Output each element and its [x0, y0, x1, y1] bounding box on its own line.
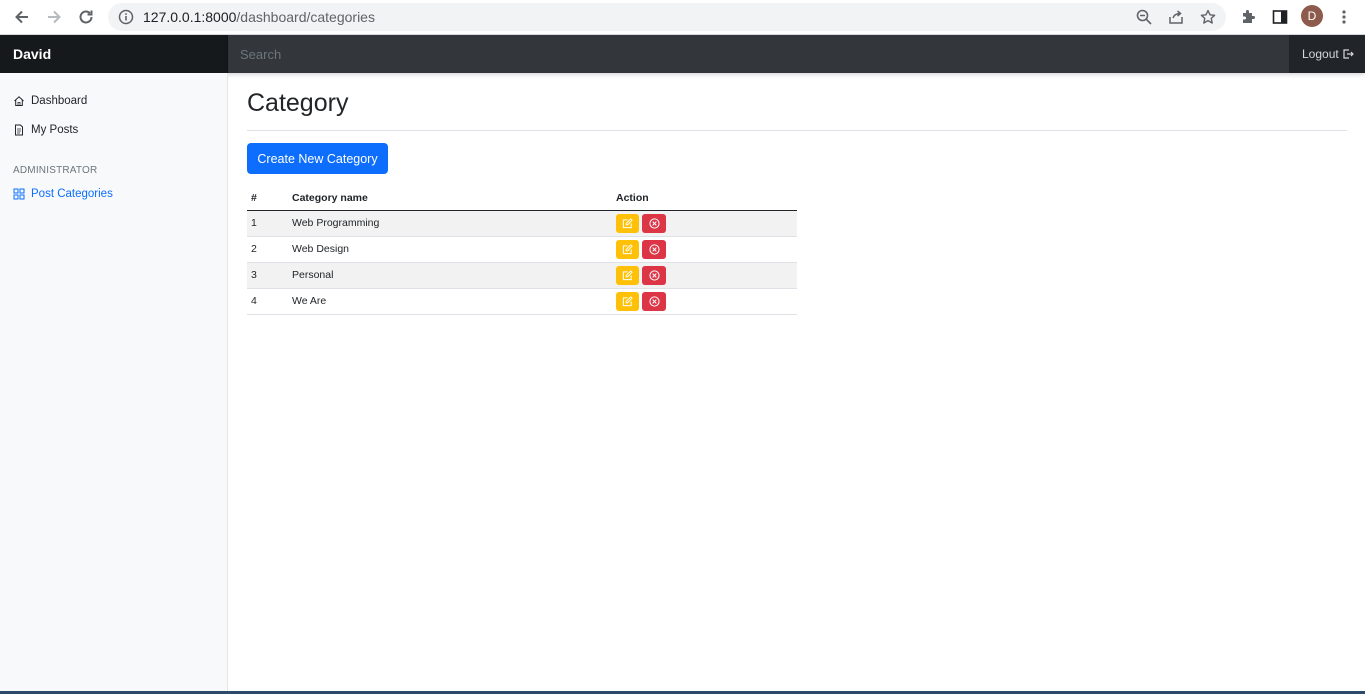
- row-number: 1: [247, 210, 288, 237]
- pencil-square-icon: [622, 295, 633, 306]
- row-number: 3: [247, 262, 288, 289]
- table-row: 3 Personal: [247, 262, 797, 289]
- column-header-category-name: Category name: [288, 187, 612, 211]
- extensions-button[interactable]: [1237, 6, 1259, 28]
- zoom-out-icon: [1136, 9, 1152, 25]
- logout-label: Logout: [1302, 47, 1339, 61]
- delete-button[interactable]: [642, 213, 666, 233]
- browser-menu-button[interactable]: [1333, 6, 1355, 28]
- delete-button[interactable]: [642, 239, 666, 259]
- url-text: 127.0.0.1:8000/dashboard/categories: [143, 9, 375, 25]
- house-icon: [14, 96, 24, 106]
- table-row: 4 We Are: [247, 288, 797, 315]
- grid-icon: [13, 188, 25, 200]
- arrow-right-icon: [48, 10, 61, 24]
- logout-button[interactable]: Logout: [1289, 35, 1365, 73]
- pencil-square-icon: [622, 217, 633, 228]
- navbar-brand[interactable]: David: [0, 35, 228, 73]
- table-row: 1 Web Programming: [247, 210, 797, 237]
- puzzle-icon: [1243, 10, 1255, 23]
- row-number: 4: [247, 288, 288, 315]
- row-actions: [612, 210, 797, 237]
- table-header-row: # Category name Action: [247, 187, 797, 211]
- info-icon[interactable]: [118, 9, 134, 25]
- file-text-icon: [15, 124, 23, 136]
- app-navbar: David Logout: [0, 35, 1365, 73]
- edit-button[interactable]: [616, 291, 639, 311]
- categories-table: # Category name Action 1 Web Programming…: [247, 187, 797, 315]
- x-circle-icon: [648, 269, 660, 281]
- sidebar-item-label: My Posts: [31, 124, 79, 136]
- side-panel-button[interactable]: [1269, 6, 1291, 28]
- back-button[interactable]: [10, 5, 34, 29]
- reload-icon: [79, 10, 93, 24]
- arrow-left-icon: [15, 10, 28, 24]
- category-name: Web Design: [288, 236, 612, 263]
- row-actions: [612, 288, 797, 315]
- pencil-square-icon: [622, 269, 633, 280]
- zoom-button[interactable]: [1135, 8, 1153, 26]
- sidebar-item-my-posts[interactable]: My Posts: [13, 120, 78, 140]
- share-icon: [1169, 10, 1183, 24]
- sidebar-item-dashboard[interactable]: Dashboard: [13, 91, 87, 111]
- sidebar: Dashboard My Posts ADMINISTRATOR Post Ca…: [0, 73, 228, 694]
- table-row: 2 Web Design: [247, 236, 797, 263]
- bookmark-button[interactable]: [1199, 8, 1217, 26]
- address-bar[interactable]: 127.0.0.1:8000/dashboard/categories: [108, 3, 1226, 31]
- column-header-action: Action: [612, 187, 797, 211]
- pencil-square-icon: [622, 243, 633, 254]
- category-name: We Are: [288, 288, 612, 315]
- sidebar-item-post-categories[interactable]: Post Categories: [13, 184, 113, 204]
- create-category-button[interactable]: Create New Category: [247, 143, 388, 174]
- reload-button[interactable]: [74, 5, 98, 29]
- sidebar-item-label: Dashboard: [31, 95, 88, 107]
- edit-button[interactable]: [616, 213, 639, 233]
- category-name: Personal: [288, 262, 612, 289]
- edit-button[interactable]: [616, 239, 639, 259]
- x-circle-icon: [648, 243, 660, 255]
- row-actions: [612, 236, 797, 263]
- search-input[interactable]: [228, 35, 1289, 73]
- star-icon: [1200, 9, 1216, 24]
- box-arrow-right-icon: [1343, 49, 1354, 59]
- sidebar-heading-administrator: ADMINISTRATOR: [13, 165, 98, 176]
- page-title: Category: [247, 89, 349, 117]
- x-circle-icon: [648, 295, 660, 307]
- browser-toolbar: 127.0.0.1:8000/dashboard/categories D: [0, 0, 1365, 35]
- forward-button[interactable]: [42, 5, 66, 29]
- x-circle-icon: [648, 217, 660, 229]
- side-panel-icon: [1272, 10, 1288, 24]
- kebab-menu-icon: [1342, 10, 1346, 24]
- category-name: Web Programming: [288, 210, 612, 237]
- row-number: 2: [247, 236, 288, 263]
- delete-button[interactable]: [642, 291, 666, 311]
- title-divider: [247, 130, 1347, 131]
- row-actions: [612, 262, 797, 289]
- sidebar-item-label: Post Categories: [31, 188, 113, 200]
- share-button[interactable]: [1167, 8, 1185, 26]
- delete-button[interactable]: [642, 265, 666, 285]
- column-header-number: #: [247, 187, 288, 211]
- edit-button[interactable]: [616, 265, 639, 285]
- profile-avatar[interactable]: D: [1301, 5, 1323, 27]
